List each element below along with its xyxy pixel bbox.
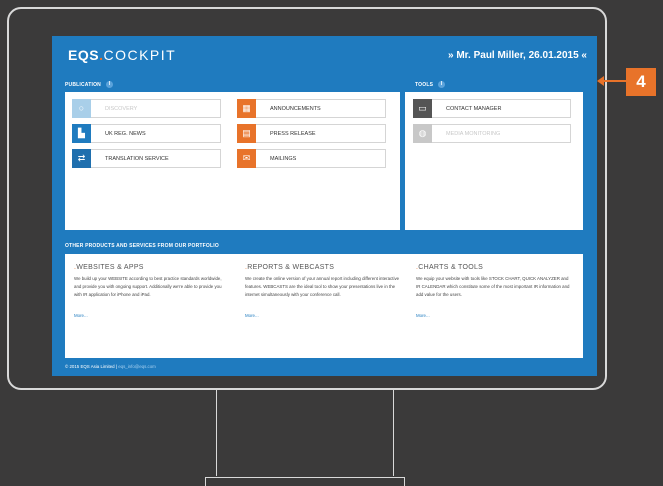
contact-card-icon: ▭ xyxy=(413,98,432,118)
portfolio-section-label: OTHER PRODUCTS AND SERVICES FROM OUR POR… xyxy=(65,243,219,249)
charts-tools-heading: .CHARTS & TOOLS xyxy=(416,264,484,271)
tile-press-release[interactable]: ▤ PRESS RELEASE xyxy=(237,123,386,143)
footer: © 2015 EQS Asia Limited | eqs_info@eqs.c… xyxy=(65,364,156,369)
websites-apps-text: We build up your WEBSITE according to be… xyxy=(74,276,222,297)
publication-section-label: PUBLICATION i xyxy=(65,81,113,88)
monitor-base xyxy=(205,477,405,486)
tile-translation-service[interactable]: ⇄ TRANSLATION SERVICE xyxy=(72,148,221,168)
callout-line xyxy=(602,80,628,82)
monitor-frame: EQS.COCKPIT » Mr. Paul Miller, 26.01.201… xyxy=(7,7,607,390)
callout-arrow-icon xyxy=(597,76,604,86)
info-icon[interactable]: i xyxy=(106,81,113,88)
info-icon[interactable]: i xyxy=(438,81,446,88)
tile-contact-manager[interactable]: ▭ CONTACT MANAGER xyxy=(413,98,571,118)
city-icon: ▙ xyxy=(72,123,91,143)
eqs-cockpit-logo[interactable]: EQS.COCKPIT xyxy=(68,47,176,63)
mail-icon: ✉ xyxy=(237,148,256,168)
tile-announcements[interactable]: ▦ ANNOUNCEMENTS xyxy=(237,98,386,118)
websites-apps-more-link[interactable]: More... xyxy=(74,313,88,318)
reports-webcasts-more-link[interactable]: More... xyxy=(245,313,259,318)
newspaper-icon: ▤ xyxy=(237,123,256,143)
tools-panel: ▭ CONTACT MANAGER ◍ MEDIA MONITORING xyxy=(405,92,583,230)
portfolio-panel: .WEBSITES & APPS We build up your WEBSIT… xyxy=(65,254,583,358)
swap-icon: ⇄ xyxy=(72,148,91,168)
tile-uk-reg-news[interactable]: ▙ UK REG. NEWS xyxy=(72,123,221,143)
tools-section-label: TOOLS i xyxy=(415,81,446,88)
user-greeting: » Mr. Paul Miller, 26.01.2015 « xyxy=(448,50,587,61)
building-icon: ▦ xyxy=(237,98,256,118)
tile-mailings[interactable]: ✉ MAILINGS xyxy=(237,148,386,168)
circle-icon: ○ xyxy=(72,98,91,118)
publication-panel: ○ DISCOVERY ▙ UK REG. NEWS ⇄ TRANSLATION… xyxy=(65,92,400,230)
footer-email-link[interactable]: eqs_info@eqs.com xyxy=(118,364,156,369)
callout-badge: 4 xyxy=(626,68,656,96)
tile-discovery[interactable]: ○ DISCOVERY xyxy=(72,98,221,118)
reports-webcasts-heading: .REPORTS & WEBCASTS xyxy=(245,264,335,271)
tile-media-monitoring[interactable]: ◍ MEDIA MONITORING xyxy=(413,123,571,143)
charts-tools-more-link[interactable]: More... xyxy=(416,313,430,318)
globe-icon: ◍ xyxy=(413,123,432,143)
app-screen: EQS.COCKPIT » Mr. Paul Miller, 26.01.201… xyxy=(52,36,597,376)
websites-apps-heading: .WEBSITES & APPS xyxy=(74,264,144,271)
reports-webcasts-text: We create the online version of your ann… xyxy=(245,276,400,297)
charts-tools-text: We equip your website with tools like ST… xyxy=(416,276,570,297)
monitor-stand xyxy=(216,390,394,476)
